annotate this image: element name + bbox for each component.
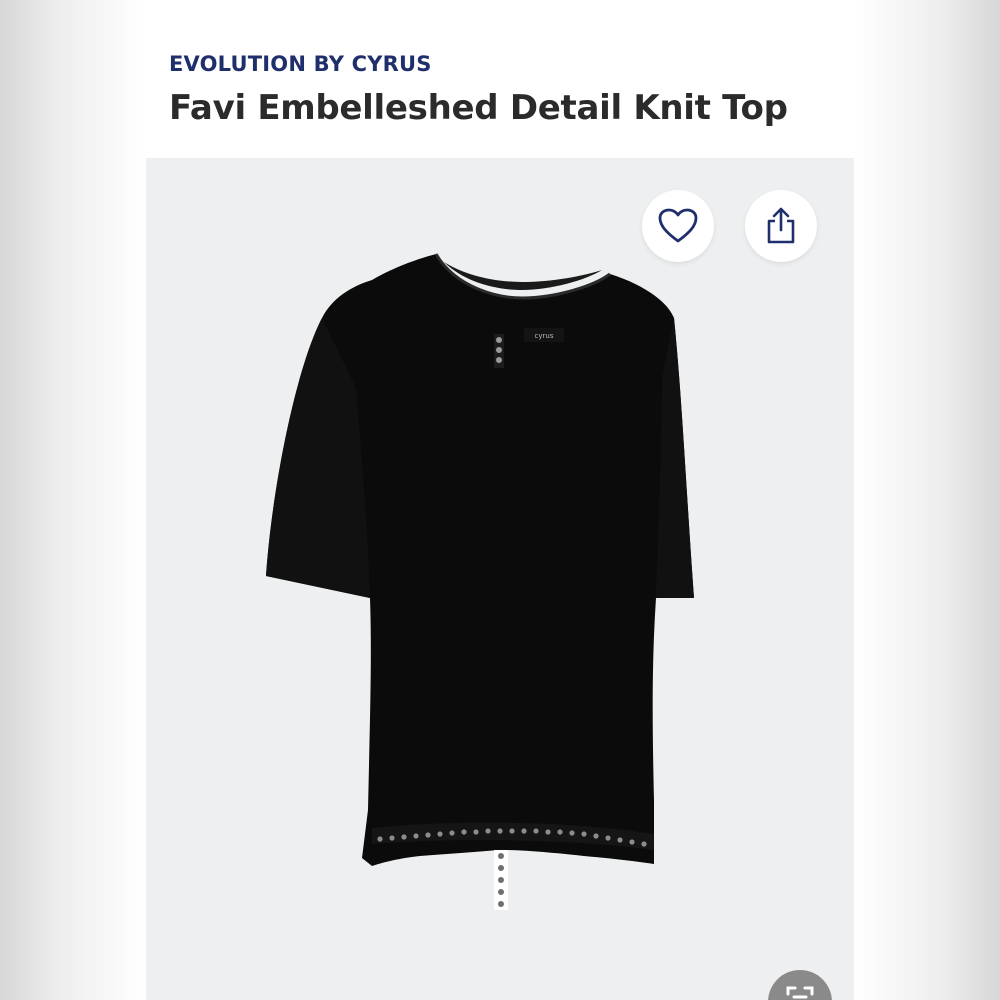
favorite-button[interactable]: [642, 190, 714, 262]
product-image[interactable]: cyrus: [146, 158, 854, 1000]
product-card: EVOLUTION BY CYRUS Favi Embelleshed Deta…: [146, 0, 854, 1000]
product-photo-shirt: cyrus: [266, 253, 694, 910]
share-icon: [767, 207, 795, 244]
share-button[interactable]: [745, 190, 817, 262]
collar-grommets: [494, 334, 504, 368]
scan-icon: [786, 986, 814, 999]
brand-name[interactable]: EVOLUTION BY CYRUS: [169, 52, 432, 76]
product-header: EVOLUTION BY CYRUS Favi Embelleshed Deta…: [146, 0, 854, 158]
heart-icon: [658, 208, 698, 243]
product-title: Favi Embelleshed Detail Knit Top: [169, 88, 788, 128]
shirt-label-text: cyrus: [535, 332, 554, 340]
